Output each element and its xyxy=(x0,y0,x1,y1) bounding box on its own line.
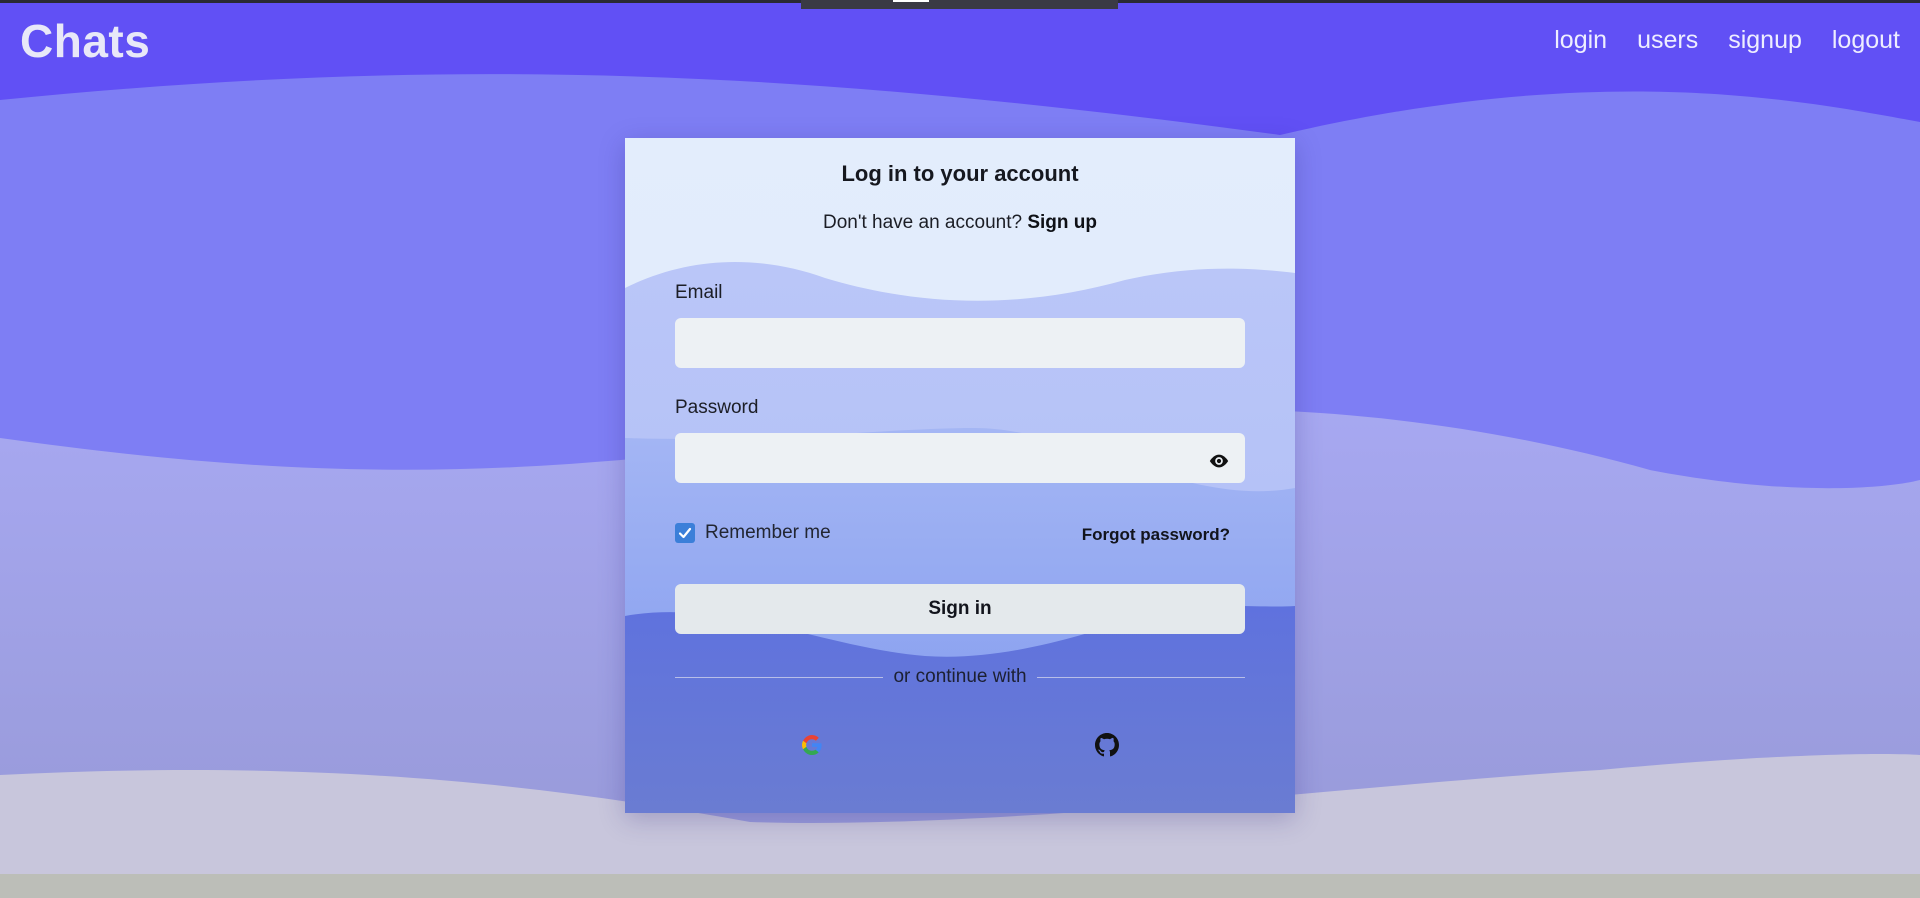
login-card: Log in to your account Don't have an acc… xyxy=(625,138,1295,813)
continue-divider: or continue with xyxy=(675,666,1246,688)
email-input[interactable] xyxy=(675,318,1245,368)
divider-text: or continue with xyxy=(893,666,1027,687)
window-top-tab xyxy=(801,0,1118,9)
nav-logout[interactable]: logout xyxy=(1832,26,1900,55)
divider-line-left xyxy=(675,676,884,678)
nav-signup[interactable]: signup xyxy=(1728,26,1802,55)
bottom-bar xyxy=(0,874,1920,898)
brand-logo[interactable]: Chats xyxy=(20,14,150,68)
remember-me: Remember me xyxy=(675,522,831,544)
nav-login[interactable]: login xyxy=(1554,26,1607,55)
no-account-line: Don't have an account? Sign up xyxy=(625,212,1295,234)
divider-line-right xyxy=(1036,676,1246,678)
eye-icon[interactable] xyxy=(1208,450,1230,472)
remember-checkbox[interactable] xyxy=(675,523,695,543)
password-input[interactable] xyxy=(675,433,1245,483)
github-icon[interactable] xyxy=(1095,733,1119,757)
remember-label: Remember me xyxy=(705,522,831,543)
app-page: Chats login users signup logout Log in t… xyxy=(0,0,1920,898)
no-account-text: Don't have an account? xyxy=(823,212,1023,233)
signin-button[interactable]: Sign in xyxy=(675,584,1245,634)
check-icon xyxy=(678,527,692,539)
login-title: Log in to your account xyxy=(841,161,1079,186)
forgot-password-link[interactable]: Forgot password? xyxy=(1082,525,1230,545)
google-icon[interactable] xyxy=(800,733,824,757)
signup-link[interactable]: Sign up xyxy=(1027,212,1097,233)
window-top-tab-mark xyxy=(893,0,929,2)
nav-users[interactable]: users xyxy=(1637,26,1698,55)
password-label: Password xyxy=(675,397,759,418)
email-label: Email xyxy=(675,282,723,303)
top-nav: login users signup logout xyxy=(1554,26,1900,55)
